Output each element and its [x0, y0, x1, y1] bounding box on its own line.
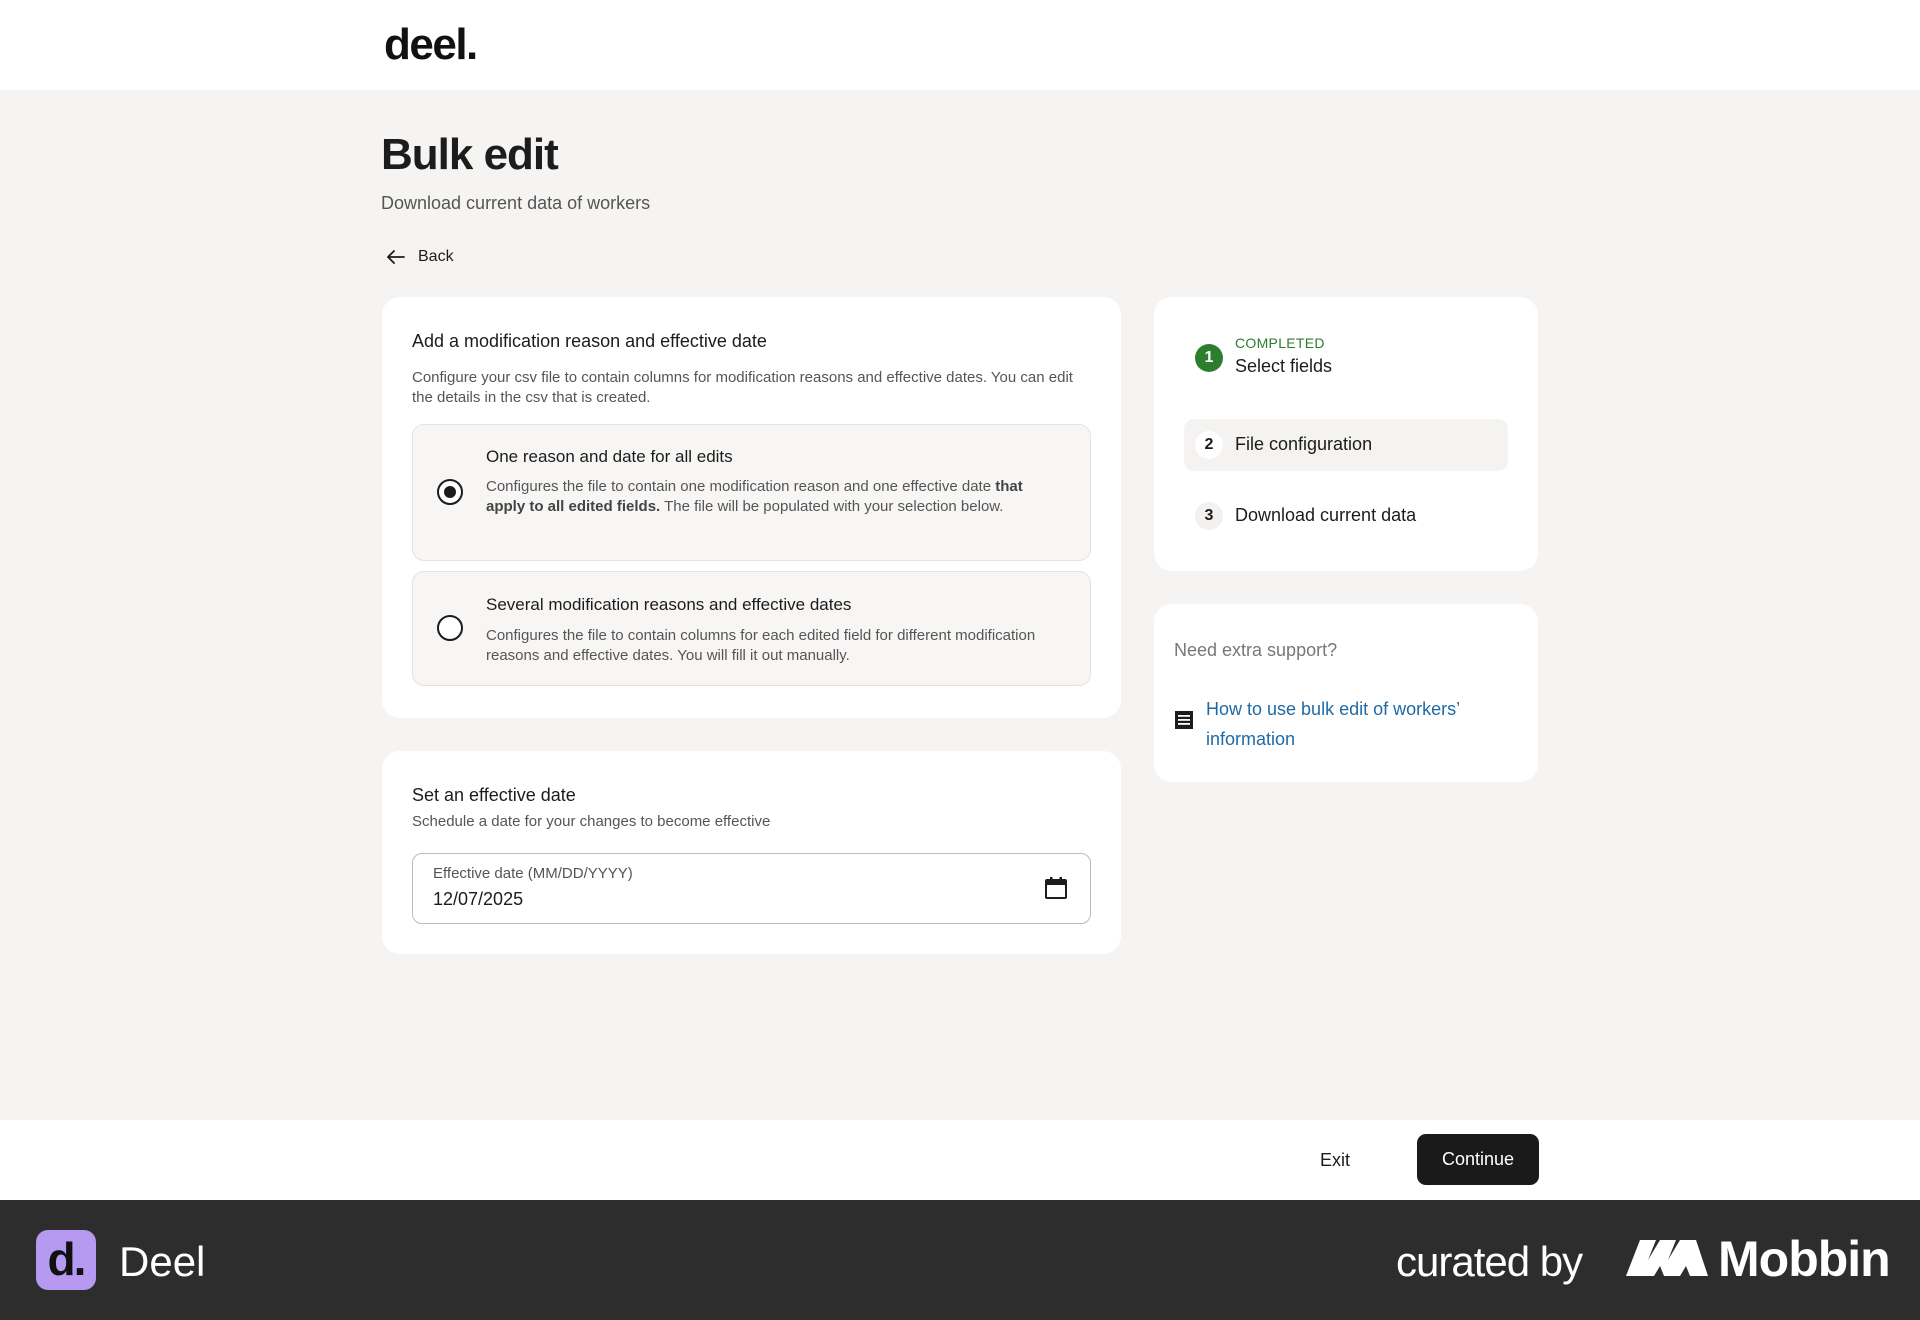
option-label: One reason and date for all edits	[486, 447, 733, 466]
option-several-reasons[interactable]: Several modification reasons and effecti…	[412, 571, 1091, 686]
mobbin-logo-icon	[1626, 1238, 1708, 1283]
support-card: Need extra support? How to use bulk edit…	[1154, 604, 1538, 782]
back-button[interactable]: Back	[386, 248, 454, 266]
arrow-left-icon	[386, 249, 406, 265]
app-name: Deel	[119, 1238, 206, 1285]
reason-card-title: Add a modification reason and effective …	[412, 331, 767, 351]
effective-date-field[interactable]: Effective date (MM/DD/YYYY) 12/07/2025	[412, 853, 1091, 924]
top-bar: deel.	[0, 0, 1920, 90]
modification-reason-card: Add a modification reason and effective …	[382, 297, 1121, 718]
back-label: Back	[418, 248, 454, 265]
step-select-fields[interactable]: 1 COMPLETED Select fields	[1184, 327, 1508, 379]
option-one-reason[interactable]: One reason and date for all edits Config…	[412, 424, 1091, 561]
stepper-card: 1 COMPLETED Select fields 2 File configu…	[1154, 297, 1538, 571]
page-subtitle: Download current data of workers	[381, 193, 651, 213]
date-field-value[interactable]: 12/07/2025	[433, 889, 523, 910]
continue-button[interactable]: Continue	[1417, 1134, 1539, 1185]
radio-selected[interactable]	[437, 479, 463, 505]
support-link-text[interactable]: How to use bulk edit of workers’ informa…	[1206, 694, 1514, 754]
reason-card-description: Configure your csv file to contain colum…	[412, 369, 1073, 406]
effective-date-card: Set an effective date Schedule a date fo…	[382, 751, 1121, 954]
step-status: COMPLETED	[1235, 335, 1325, 351]
support-title: Need extra support?	[1174, 640, 1338, 660]
date-card-title: Set an effective date	[412, 785, 576, 805]
brand-bar: d. Deel curated by Mobbin	[0, 1200, 1920, 1320]
calendar-icon[interactable]	[1044, 876, 1068, 905]
step-label: File configuration	[1235, 434, 1373, 454]
option-description: Configures the file to contain one modif…	[486, 478, 1023, 515]
footer-action-bar: Exit Continue	[0, 1120, 1920, 1200]
exit-button[interactable]: Exit	[1300, 1139, 1370, 1181]
support-article-link[interactable]: How to use bulk edit of workers’ informa…	[1174, 694, 1514, 754]
step-number: 3	[1195, 502, 1223, 530]
radio-unselected[interactable]	[437, 615, 463, 641]
step-number: 2	[1195, 431, 1223, 459]
option-label: Several modification reasons and effecti…	[486, 595, 852, 614]
page-title: Bulk edit	[381, 130, 559, 179]
step-file-configuration[interactable]: 2 File configuration	[1184, 419, 1508, 471]
date-field-label: Effective date (MM/DD/YYYY)	[433, 865, 633, 882]
step-number: 1	[1195, 344, 1223, 372]
step-label: Select fields	[1235, 356, 1333, 376]
step-label: Download current data	[1235, 505, 1417, 525]
deel-app-icon: d.	[36, 1230, 96, 1290]
option-description: Configures the file to contain columns f…	[486, 627, 1036, 664]
step-download-current-data[interactable]: 3 Download current data	[1184, 490, 1508, 542]
curated-by-label: curated by	[1396, 1238, 1583, 1285]
date-card-description: Schedule a date for your changes to beco…	[412, 813, 771, 830]
article-icon	[1174, 710, 1194, 754]
deel-logo[interactable]: deel.	[384, 20, 478, 70]
mobbin-name: Mobbin	[1718, 1231, 1891, 1287]
